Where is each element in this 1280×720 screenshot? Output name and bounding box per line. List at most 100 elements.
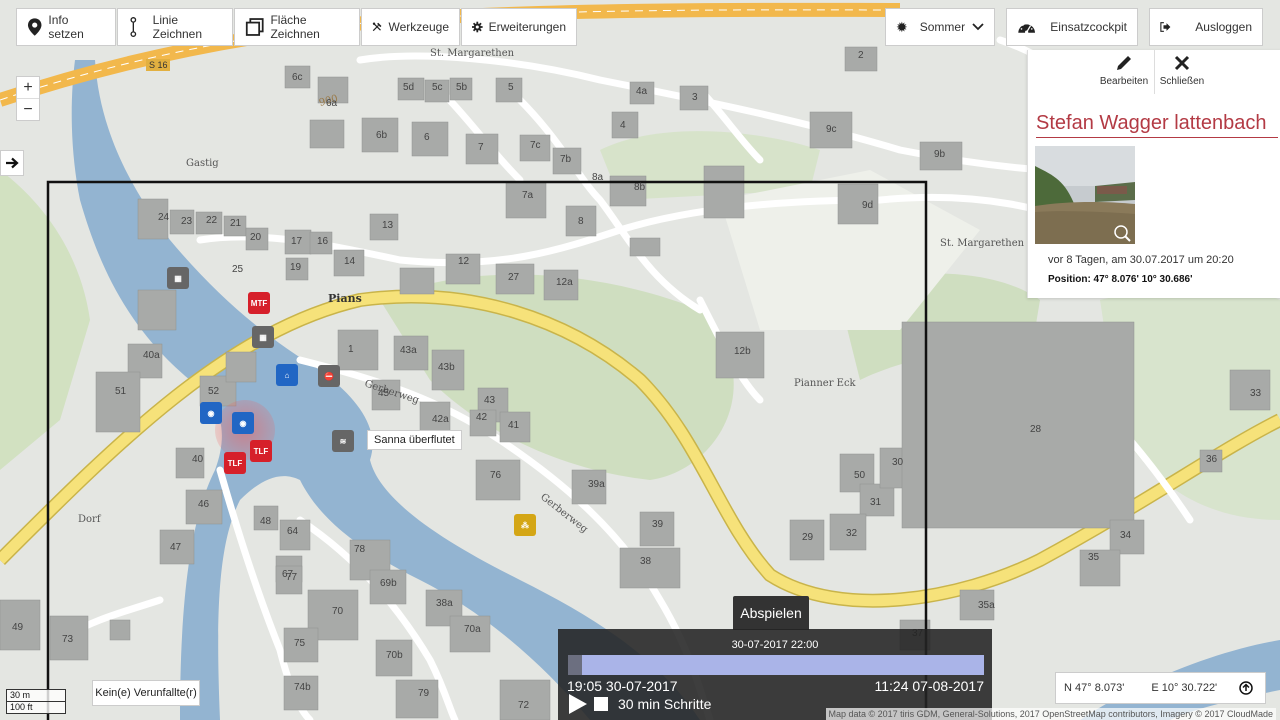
police-icon[interactable]: ◉ — [200, 402, 222, 424]
pencil-icon — [1117, 56, 1131, 70]
barrier-icon[interactable]: ▦ — [252, 326, 274, 348]
arrow-right-icon — [6, 157, 19, 169]
casualty-status: Kein(e) Verunfallte(r) — [92, 680, 200, 706]
tlf-label: TLF — [227, 458, 243, 468]
house-number: 9b — [934, 149, 946, 160]
play-icon[interactable] — [568, 693, 588, 715]
house-number: 34 — [1120, 530, 1132, 541]
house-number: 47 — [170, 542, 182, 553]
chevron-down-icon — [972, 23, 984, 31]
house-number: 4a — [636, 86, 648, 97]
expand-panel-button[interactable] — [0, 150, 24, 176]
house-icon[interactable]: ⌂ — [276, 364, 298, 386]
house-number: 36 — [1206, 454, 1218, 465]
house-number: 39 — [652, 519, 664, 530]
house-number: 32 — [846, 528, 858, 539]
map-attribution: Map data © 2017 tiris GDM, General-Solut… — [825, 708, 1276, 720]
werkzeuge-button[interactable]: Werkzeuge — [361, 8, 460, 46]
house-number: 5b — [456, 82, 468, 93]
edit-label: Bearbeiten — [1099, 76, 1149, 87]
mtf-label: MTF — [250, 298, 268, 308]
house-number: 7b — [560, 154, 572, 165]
house-number: 5 — [508, 82, 514, 93]
erweiterungen-label: Erweiterungen — [488, 20, 566, 34]
incident-photo[interactable] — [1035, 146, 1135, 244]
road-closed-icon[interactable]: ⛔ — [318, 365, 340, 387]
house-number: 42a — [432, 414, 449, 425]
house-number: 21 — [230, 218, 242, 229]
police-icon[interactable]: ◉ — [232, 412, 254, 434]
house-number: 35 — [1088, 552, 1100, 563]
house-number: 50 — [854, 470, 866, 481]
tlf-label: TLF — [253, 446, 269, 456]
house-number: 76 — [490, 470, 502, 481]
house-number: 6c — [292, 72, 303, 83]
logout-icon — [1160, 22, 1171, 32]
house-number: 75 — [294, 638, 306, 649]
flaeche-zeichnen-label: Fläche Zeichnen — [270, 13, 320, 41]
house-number: 46 — [198, 499, 210, 510]
house-number: 17 — [291, 236, 303, 247]
timeline-slider[interactable] — [568, 655, 984, 675]
house-number: 35a — [978, 600, 995, 611]
flaeche-zeichnen-button[interactable]: Fläche Zeichnen — [234, 8, 360, 46]
area-draw-icon — [245, 18, 264, 36]
timeline-panel: 30-07-2017 22:00 19:05 30-07-2017 11:24 … — [558, 629, 992, 720]
house-number: 40a — [143, 350, 160, 361]
info-meta: vor 8 Tagen, am 30.07.2017 um 20:20 — [1048, 254, 1234, 266]
house-number: 13 — [382, 220, 394, 231]
house-number: 5d — [403, 82, 414, 93]
line-draw-icon — [130, 17, 137, 37]
abspielen-tab[interactable]: Abspielen — [733, 596, 809, 630]
house-number: 5c — [432, 82, 443, 93]
house-number: 33 — [1250, 388, 1262, 399]
house-number: 28 — [1030, 424, 1042, 435]
tools-icon — [372, 22, 382, 32]
house-number: 27 — [508, 272, 520, 283]
mtf-vehicle-icon[interactable]: MTF — [248, 292, 270, 314]
house-number: 3 — [692, 92, 698, 103]
label-pians: Pians — [328, 292, 362, 305]
house-number: 43a — [400, 345, 417, 356]
info-setzen-button[interactable]: Info setzen — [16, 8, 116, 46]
tlf-vehicle-icon[interactable]: TLF — [250, 440, 272, 462]
house-number: 43b — [438, 362, 455, 373]
house-number: 40 — [192, 454, 204, 465]
house-number: 4 — [620, 120, 626, 131]
timeline-end: 11:24 07-08-2017 — [874, 678, 985, 694]
sandbag-icon[interactable]: ⁂ — [514, 514, 536, 536]
arrow-up-circle-icon[interactable] — [1239, 681, 1253, 695]
house-number: 79 — [418, 688, 430, 699]
house-number: 30 — [892, 457, 904, 468]
map-pin-icon — [27, 18, 42, 36]
house-number: 31 — [870, 497, 882, 508]
einsatzcockpit-button[interactable]: Einsatzcockpit — [1006, 8, 1138, 46]
stop-icon[interactable] — [594, 697, 608, 711]
zoom-in-button[interactable]: + — [17, 77, 39, 98]
house-number: 14 — [344, 256, 356, 267]
house-number: 23 — [181, 216, 193, 227]
zoom-out-button[interactable]: − — [17, 98, 39, 120]
close-button[interactable]: Schließen — [1156, 54, 1208, 87]
close-label: Schließen — [1159, 76, 1205, 87]
timeline-slider-handle[interactable] — [568, 655, 582, 675]
flood-icon[interactable]: ≋ — [332, 430, 354, 452]
edit-button[interactable]: Bearbeiten — [1098, 54, 1150, 87]
season-value: Sommer — [919, 20, 966, 34]
ausloggen-button[interactable]: Ausloggen — [1149, 8, 1263, 46]
info-position: Position: 47° 8.076' 10° 30.686' — [1048, 274, 1193, 285]
linie-zeichnen-label: Linie Zeichnen — [152, 13, 203, 41]
linie-zeichnen-button[interactable]: Linie Zeichnen — [117, 8, 233, 46]
einsatzcockpit-label: Einsatzcockpit — [1050, 20, 1127, 34]
house-number: 6 — [424, 132, 430, 143]
erweiterungen-button[interactable]: Erweiterungen — [461, 8, 577, 46]
tlf-vehicle-icon[interactable]: TLF — [224, 452, 246, 474]
timeline-step-size[interactable]: 30 min Schritte — [618, 696, 711, 712]
zoom-control: + − — [16, 76, 40, 121]
info-title: Stefan Wagger lattenbach — [1036, 112, 1278, 138]
season-select[interactable]: ✹ Sommer — [885, 8, 995, 46]
label-gastig: Gastig — [186, 158, 219, 169]
house-number: 38 — [640, 556, 652, 567]
house-number: 12 — [458, 256, 470, 267]
barrier-icon[interactable]: ▦ — [167, 267, 189, 289]
